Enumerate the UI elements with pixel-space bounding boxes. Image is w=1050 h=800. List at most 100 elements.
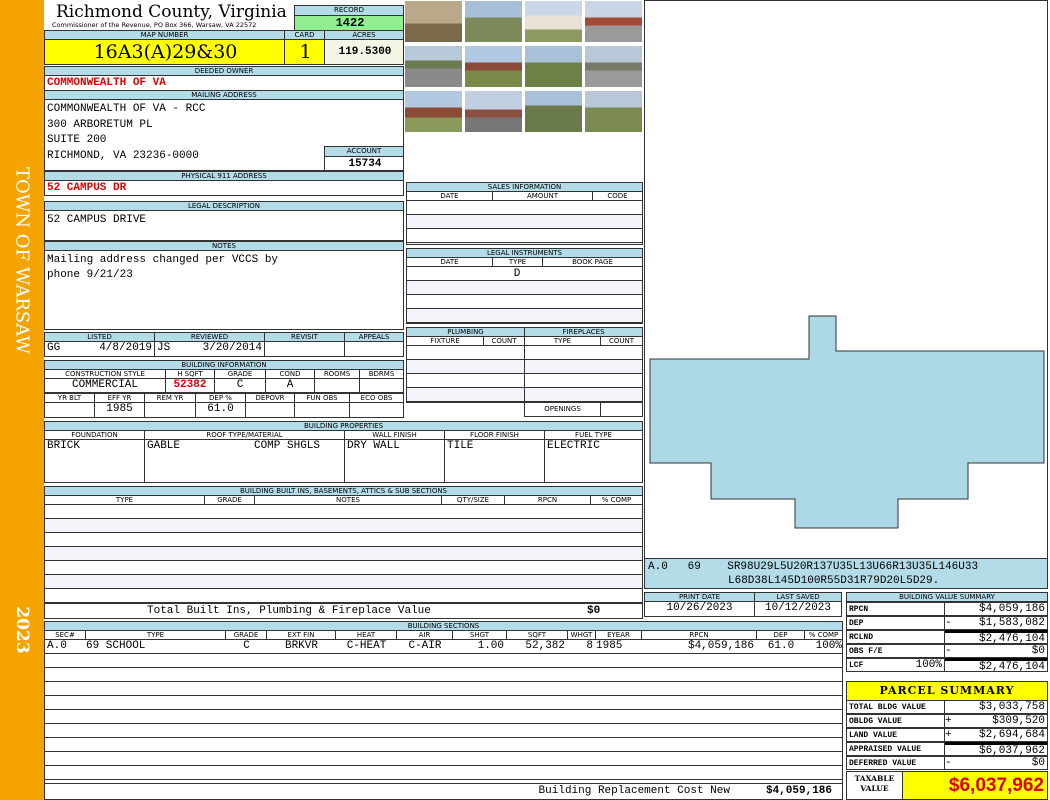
card-number: 1 bbox=[284, 39, 325, 65]
account-number: 15734 bbox=[324, 156, 404, 171]
col-grade: GRADE bbox=[205, 496, 255, 504]
property-photo[interactable] bbox=[584, 0, 643, 43]
last-saved: 10/12/2023 bbox=[764, 602, 831, 614]
sidebar: TOWN OF WARSAW 2023 bbox=[0, 0, 44, 800]
col-comp: % COMP bbox=[808, 631, 839, 639]
col-rooms: ROOMS bbox=[315, 370, 360, 378]
col-qty: QTY/SIZE bbox=[442, 496, 505, 504]
rooms bbox=[315, 379, 360, 392]
col-comp: % COMP bbox=[601, 496, 632, 504]
replacement-cost-label: Building Replacement Cost New bbox=[538, 785, 730, 797]
property-photo[interactable] bbox=[404, 90, 463, 133]
building-info-values-2: 1985 61.0 bbox=[44, 403, 404, 418]
col-sec: SEC# bbox=[45, 631, 86, 639]
col-amount: AMOUNT bbox=[493, 192, 593, 200]
col-whgt: WHGT bbox=[568, 631, 596, 639]
rem-yr bbox=[145, 403, 196, 417]
mailing-line: COMMONWEALTH OF VA - RCC bbox=[47, 103, 206, 115]
shgt: 1.00 bbox=[477, 640, 504, 652]
heat: C-HEAT bbox=[346, 640, 387, 652]
row-label: LAND VALUE bbox=[846, 728, 945, 742]
deeded-owner: COMMONWEALTH OF VA bbox=[44, 75, 404, 91]
col-rpcn: RPCN bbox=[642, 631, 757, 639]
physical-address: 52 CAMPUS DR bbox=[44, 180, 404, 196]
col-date: DATE bbox=[407, 258, 493, 266]
fun-obs bbox=[295, 403, 350, 417]
col-sqft: SQFT bbox=[507, 631, 568, 639]
print-date-label: PRINT DATE bbox=[645, 593, 755, 601]
revisit-label: REVISIT bbox=[265, 333, 345, 341]
hsqft: 52382 bbox=[166, 379, 215, 392]
eyear: 1985 bbox=[596, 640, 623, 652]
value-summary-row: RCLND $2,476,104 bbox=[846, 630, 1048, 645]
building-outline bbox=[649, 315, 1045, 529]
ext-fin: BRKVR bbox=[284, 640, 318, 652]
parcel-summary-row: TOTAL BLDG VALUE $3,033,758 bbox=[846, 700, 1048, 714]
section-row[interactable]: A.0 69 SCHOOL C BRKVR C-HEAT C-AIR 1.00 … bbox=[45, 640, 842, 653]
col-eff-yr: EFF YR bbox=[95, 394, 145, 402]
col-count: COUNT bbox=[491, 337, 517, 345]
dep: 61.0 bbox=[767, 640, 795, 652]
reviewed-date: 3/20/2014 bbox=[202, 342, 262, 354]
sections-rows bbox=[44, 639, 843, 784]
row-label: TOTAL BLDG VALUE bbox=[846, 700, 945, 714]
sec: A.0 bbox=[47, 640, 67, 652]
value-summary-row: RPCN $4,059,186 bbox=[846, 602, 1048, 616]
parcel-summary-row: LAND VALUE + $2,694,684 bbox=[846, 728, 1048, 742]
row-label: DEFERRED VALUE bbox=[846, 756, 945, 770]
property-photo[interactable] bbox=[464, 0, 523, 43]
appeals-value bbox=[345, 342, 403, 356]
row-label: APPRAISED VALUE bbox=[846, 742, 945, 756]
row-value: $0 bbox=[1031, 757, 1045, 769]
col-type: TYPE bbox=[86, 631, 226, 639]
value-summary-label: BUILDING VALUE SUMMARY bbox=[846, 592, 1048, 602]
plumbing-rows bbox=[406, 345, 525, 403]
row-value: $3,033,758 bbox=[978, 701, 1045, 713]
type: 69 SCHOOL bbox=[86, 640, 146, 652]
property-photo[interactable] bbox=[584, 90, 643, 133]
property-photo[interactable] bbox=[464, 90, 523, 133]
property-photo[interactable] bbox=[524, 90, 583, 133]
property-photo[interactable] bbox=[404, 0, 463, 43]
construction-style: COMMERCIAL bbox=[45, 379, 166, 392]
property-photo[interactable] bbox=[584, 45, 643, 88]
listed-label: LISTED bbox=[45, 333, 155, 341]
property-photo[interactable] bbox=[404, 45, 463, 88]
row-sign: - bbox=[945, 757, 952, 769]
property-photo[interactable] bbox=[524, 0, 583, 43]
col-rem-yr: REM YR bbox=[145, 394, 196, 402]
row-value: $2,476,104 bbox=[978, 661, 1045, 673]
town-label: TOWN OF WARSAW bbox=[11, 167, 33, 354]
row-label: OBLDG VALUE bbox=[846, 714, 945, 728]
air: C-AIR bbox=[408, 640, 442, 652]
col-depovr: DEPOVR bbox=[246, 394, 295, 402]
openings-label: OPENINGS bbox=[525, 403, 601, 416]
reviewed-by: JS bbox=[157, 342, 171, 354]
col-fixture: FIXTURE bbox=[407, 337, 484, 345]
col-type: TYPE bbox=[45, 496, 205, 504]
building-properties-values: BRICK GABLE COMP SHGLS DRY WALL TILE ELEC… bbox=[44, 440, 643, 483]
sketch-code: A.0 69 SR98U29L5U20R137U35L13U66R13U35L1… bbox=[644, 558, 1048, 589]
building-info-header-1: CONSTRUCTION STYLE H SQFT GRADE COND ROO… bbox=[44, 369, 404, 379]
col-book-page: BOOK PAGE bbox=[572, 258, 613, 266]
whgt: 8 bbox=[586, 640, 593, 652]
property-photo[interactable] bbox=[524, 45, 583, 88]
col-date: DATE bbox=[407, 192, 493, 200]
fuel-type: ELECTRIC bbox=[547, 440, 600, 452]
col-ext-fin: EXT FIN bbox=[267, 631, 336, 639]
building-info-header-2: YR BLT EFF YR REM YR DEP % DEPOVR FUN OB… bbox=[44, 393, 404, 403]
listing-values: GG 4/8/2019 JS 3/20/2014 bbox=[44, 342, 404, 357]
col-floor: FLOOR FINISH bbox=[445, 431, 545, 439]
property-photo[interactable] bbox=[464, 45, 523, 88]
row-value: $0 bbox=[1031, 645, 1045, 657]
row-value: $309,520 bbox=[992, 715, 1045, 727]
county-title: Richmond County, Virginia bbox=[56, 2, 287, 22]
row-label: RPCN bbox=[846, 602, 945, 616]
roof-type: GABLE bbox=[147, 440, 181, 452]
building-sketch[interactable] bbox=[644, 0, 1048, 559]
last-saved-label: LAST SAVED bbox=[776, 593, 820, 601]
col-foundation: FOUNDATION bbox=[45, 431, 145, 439]
col-shgt: SHGT bbox=[453, 631, 507, 639]
row-label: DEP bbox=[846, 616, 945, 630]
col-fun-obs: FUN OBS bbox=[295, 394, 350, 402]
